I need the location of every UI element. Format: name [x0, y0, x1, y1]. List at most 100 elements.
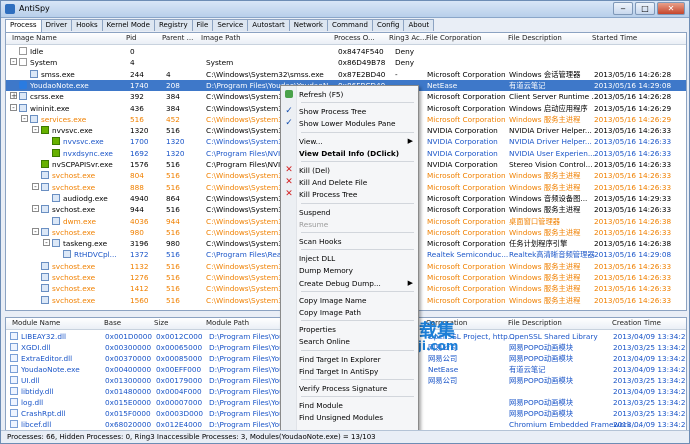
cell-path: C:\Windows\System32\ — [206, 171, 290, 181]
cell-parent: 516 — [166, 250, 180, 260]
cell-size: 0x00065000 — [156, 343, 203, 352]
menu-item-properties[interactable]: Properties — [281, 323, 418, 335]
context-menu[interactable]: Refresh (F5) ✓ Show Process Tree ✓ Show Lowe… — [280, 85, 419, 434]
menu-item-dump-memory[interactable]: Dump Memory — [281, 264, 418, 276]
tab-process[interactable]: Process — [5, 19, 42, 32]
cell-name: RtHDVCpl... — [74, 250, 117, 260]
cell-desc: 任务计划程序引擎 — [509, 239, 568, 249]
menu-item-scan-hooks[interactable]: Scan Hooks — [281, 235, 418, 247]
menu-item-inject-dll[interactable]: Inject DLL — [281, 252, 418, 264]
menu-separator — [301, 320, 414, 322]
menu-item-copy-image-path[interactable]: Copy Image Path — [281, 306, 418, 318]
expand-toggle-icon[interactable]: - — [21, 115, 28, 122]
table-row[interactable]: - System 4 System 0x86D49B78 Deny — [6, 57, 686, 68]
tab-about[interactable]: About — [403, 19, 435, 31]
expand-toggle-icon[interactable]: - — [32, 228, 39, 235]
column-header[interactable]: File Description — [508, 319, 562, 327]
tab-hooks[interactable]: Hooks — [71, 19, 103, 31]
menu-item-suspend[interactable]: Suspend — [281, 206, 418, 218]
column-header[interactable]: Creation Time — [612, 319, 661, 327]
cell-name: wininit.exe — [30, 103, 70, 113]
process-icon — [41, 160, 49, 168]
expand-toggle-icon[interactable]: - — [32, 182, 39, 190]
tab-command[interactable]: Command — [326, 19, 373, 31]
tab-driver[interactable]: Driver — [40, 19, 73, 31]
title-bar[interactable]: AntiSpy ‒ □ ✕ — [1, 1, 689, 18]
menu-item-show-process-tree[interactable]: ✓ Show Process Tree — [281, 105, 418, 117]
menu-item-find-module[interactable]: Find Module — [281, 399, 418, 411]
minimize-button[interactable]: ‒ — [613, 2, 633, 15]
cell-time: 2013/05/16 14:26:33 — [594, 284, 672, 294]
column-header[interactable]: Image Path — [201, 34, 241, 42]
menu-item-show-lower-modules-pane[interactable]: ✓ Show Lower Modules Pane — [281, 117, 418, 129]
cell-time: 2013/05/16 14:26:33 — [594, 227, 672, 237]
menu-item-view-detail-info-dclick[interactable]: View Detail Info (DClick) — [281, 147, 418, 159]
tab-autostart[interactable]: Autostart — [247, 19, 290, 31]
column-header[interactable]: Module Path — [206, 319, 249, 327]
process-icon — [19, 92, 27, 101]
column-header[interactable]: Started Time — [592, 34, 637, 42]
column-header[interactable]: Pid — [126, 34, 136, 42]
tab-registry[interactable]: Registry — [153, 19, 193, 31]
menu-item-kill-del[interactable]: ✕ Kill (Del) — [281, 164, 418, 176]
menu-item-label: Resume — [299, 219, 329, 229]
tab-service[interactable]: Service — [212, 19, 249, 31]
menu-item-find-target-in-explorer[interactable]: Find Target In Explorer — [281, 353, 418, 365]
menu-item-create-debug-dump[interactable]: Create Debug Dump... ▶ — [281, 277, 418, 289]
cell-path: C:\Windows\System32\ — [206, 114, 290, 124]
cell-pid: 1320 — [130, 126, 149, 136]
cell-corp: NVIDIA Corporation — [427, 137, 498, 147]
cell-desc: Windows 服务主进程 — [509, 171, 581, 181]
menu-item-label: Show Lower Modules Pane — [299, 119, 396, 129]
process-table-header: Image Name Pid Parent ... Image Path Process… — [6, 33, 686, 45]
column-header[interactable]: Size — [154, 319, 168, 327]
table-row[interactable]: smss.exe 244 4 C:\Windows\System32\smss.exe… — [6, 69, 686, 80]
tab-kernel-mode[interactable]: Kernel Mode — [101, 19, 155, 31]
cell-time: 2013/03/25 13:34:21 — [613, 343, 687, 352]
column-header[interactable]: Module Name — [12, 319, 60, 327]
close-button[interactable]: ✕ — [657, 2, 685, 15]
cell-desc: NVIDIA User Experien... — [509, 148, 595, 158]
menu-item-kill-and-delete-file[interactable]: ✕ Kill And Delete File — [281, 176, 418, 188]
menu-item-find-target-in-antispy[interactable]: Find Target In AntiSpy — [281, 365, 418, 377]
column-header[interactable]: Ring3 Ac... — [389, 34, 427, 42]
cell-pid: 1740 — [130, 80, 149, 90]
expand-toggle-icon[interactable]: - — [43, 239, 50, 246]
cell-pid: 1700 — [130, 137, 149, 147]
column-header[interactable]: Process O... — [334, 34, 375, 42]
cell-corp: Microsoft Corporation — [427, 193, 506, 203]
cell-pid: 392 — [130, 92, 144, 102]
maximize-button[interactable]: □ — [635, 2, 655, 15]
column-header[interactable]: Image Name — [12, 34, 57, 42]
tab-config[interactable]: Config — [371, 19, 405, 31]
column-header[interactable]: File Description — [508, 34, 562, 42]
cell-corp: Microsoft Corporation — [427, 261, 506, 271]
menu-item-label: Find Target In Explorer — [299, 354, 381, 364]
expand-toggle-icon[interactable]: + — [10, 92, 17, 99]
expand-toggle-icon[interactable]: - — [10, 103, 17, 111]
menu-item-verify-process-signature[interactable]: Verify Process Signature — [281, 382, 418, 394]
expand-toggle-icon[interactable]: - — [10, 58, 17, 65]
expand-toggle-icon[interactable]: - — [32, 205, 39, 212]
cell-name: nvSCPAPISvr.exe — [52, 160, 113, 169]
cell-corp: Microsoft Corporation — [427, 284, 506, 294]
tab-file[interactable]: File — [191, 19, 214, 31]
menu-item-view[interactable]: View... ▶ — [281, 135, 418, 147]
expand-toggle-icon[interactable]: - — [32, 126, 39, 133]
menu-item-refresh-f5[interactable]: Refresh (F5) — [281, 88, 418, 100]
cell-corp: Microsoft Corporation — [427, 239, 506, 249]
table-row[interactable]: Idle 0 0x8474F540 Deny — [6, 46, 686, 57]
tab-network[interactable]: Network — [288, 19, 328, 31]
cell-parent: 516 — [166, 273, 180, 282]
menu-item-copy-image-name[interactable]: Copy Image Name — [281, 294, 418, 306]
cell-time: 2013/05/16 14:26:38 — [594, 239, 672, 249]
menu-item-search-online[interactable]: Search Online — [281, 335, 418, 347]
menu-item-find-unsigned-modules[interactable]: Find Unsigned Modules — [281, 411, 418, 423]
cell-parent: 208 — [166, 80, 180, 90]
menu-item-kill-process-tree[interactable]: ✕ Kill Process Tree — [281, 188, 418, 200]
column-header[interactable]: Parent ... — [162, 34, 193, 42]
column-header[interactable]: File Corporation — [426, 34, 481, 42]
cell-eproc: 0x87E2BD40 — [338, 69, 386, 79]
cell-pid: 436 — [130, 103, 144, 113]
column-header[interactable]: Base — [104, 319, 121, 327]
